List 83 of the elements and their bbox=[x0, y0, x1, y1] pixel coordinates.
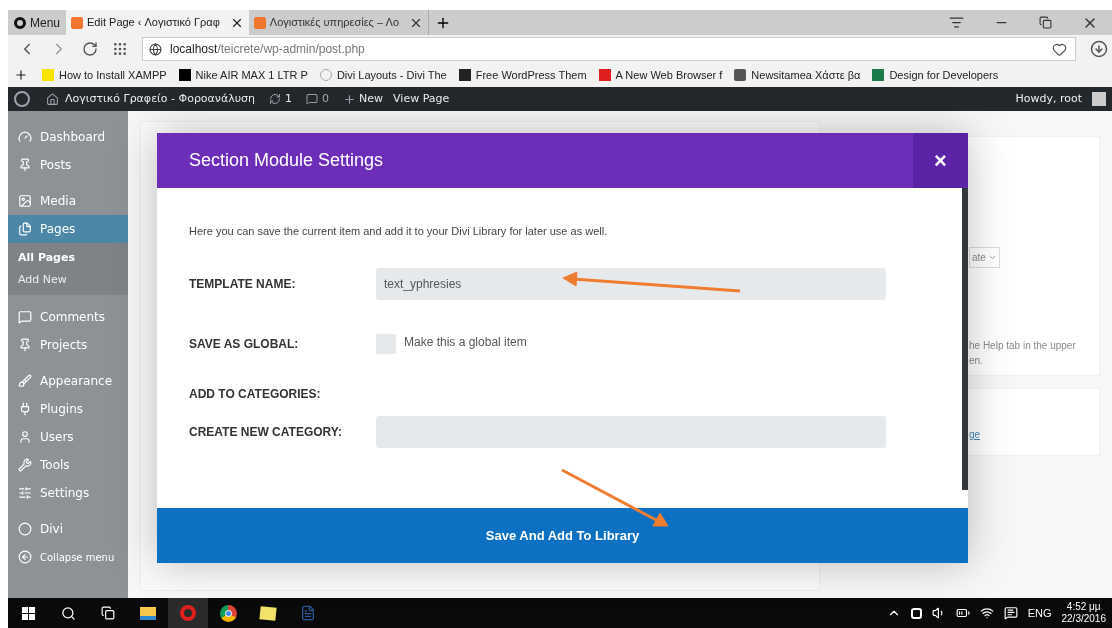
globe-icon bbox=[149, 42, 162, 56]
menu-icon bbox=[18, 194, 32, 208]
bookmark-icon bbox=[42, 69, 54, 81]
help-text: he Help tab in the upper en. bbox=[969, 339, 1077, 368]
menu-icon bbox=[18, 310, 32, 324]
updates-link[interactable]: 1 bbox=[269, 90, 293, 108]
field-label: CREATE NEW CATEGORY: bbox=[189, 423, 343, 441]
site-link[interactable]: Λογιστικό Γραφείο - Φοροανάλυση bbox=[46, 90, 256, 108]
menu-icon bbox=[18, 522, 32, 536]
menu-icon bbox=[18, 222, 32, 236]
bookmark-link[interactable]: Free WordPress Them bbox=[458, 66, 587, 84]
bookmark-link[interactable]: Nike AIR MAX 1 LTR P bbox=[178, 66, 308, 84]
bookmark-icon bbox=[598, 69, 611, 81]
browser-logo-icon bbox=[14, 16, 26, 29]
bookmark-link[interactable]: Design for Developers bbox=[872, 66, 999, 84]
checkbox-label: Make this a global item bbox=[404, 333, 527, 351]
scrollbar[interactable] bbox=[962, 188, 968, 490]
menu-icon bbox=[18, 550, 32, 564]
menu-icon bbox=[18, 158, 32, 172]
background-link[interactable]: ge bbox=[969, 429, 981, 440]
refresh-icon bbox=[269, 93, 282, 105]
speed-dial-icon[interactable] bbox=[112, 41, 128, 57]
avatar-icon bbox=[1092, 92, 1106, 106]
bookmark-icon bbox=[734, 69, 747, 81]
document-icon bbox=[300, 605, 316, 621]
menu-icon bbox=[18, 486, 32, 500]
clock[interactable]: 4:52 μμ 22/3/2016 bbox=[1061, 601, 1106, 625]
tab-favicon-icon bbox=[71, 16, 84, 29]
notifications-icon[interactable] bbox=[1003, 606, 1018, 620]
menu-icon bbox=[18, 430, 32, 444]
bookmark-heart-icon[interactable] bbox=[1052, 41, 1067, 57]
view-page-link[interactable]: View Page bbox=[393, 90, 450, 108]
download-icon[interactable] bbox=[1090, 40, 1108, 58]
bookmark-link[interactable]: A New Web Browser f bbox=[598, 66, 723, 84]
menu-icon bbox=[18, 402, 32, 416]
submenu-item[interactable]: All Pages bbox=[8, 247, 128, 269]
text-field[interactable] bbox=[376, 415, 886, 448]
field-label: ADD TO CATEGORIES: bbox=[189, 385, 322, 403]
field-label: SAVE AS GLOBAL: bbox=[189, 335, 300, 353]
checkbox[interactable] bbox=[376, 333, 396, 354]
chevron-down-icon bbox=[987, 253, 997, 262]
sidebar-item[interactable]: Pages bbox=[8, 215, 128, 243]
plus-icon bbox=[343, 92, 357, 106]
address-field[interactable]: localhost/teicrete/wp-admin/post.php bbox=[142, 37, 1076, 61]
language-indicator[interactable]: ENG bbox=[1027, 604, 1052, 622]
wifi-icon[interactable] bbox=[979, 606, 994, 620]
task-view-icon bbox=[101, 606, 115, 620]
browser-tab[interactable]: Edit Page ‹ Λογιστικό Γραφ bbox=[66, 10, 249, 35]
modal-title: Section Module Settings bbox=[188, 149, 385, 172]
save-to-library-button[interactable]: Save And Add To Library bbox=[157, 508, 968, 563]
tab-favicon-icon bbox=[253, 16, 266, 29]
restore-icon[interactable] bbox=[1039, 16, 1052, 29]
bookmark-icon bbox=[458, 69, 471, 81]
menu-icon bbox=[18, 338, 32, 352]
home-icon bbox=[46, 92, 59, 106]
menu-icon bbox=[18, 374, 32, 388]
tab-menu-icon[interactable] bbox=[949, 15, 964, 30]
bookmark-link[interactable]: Newsitamea Χάστε βα bbox=[734, 66, 861, 84]
tab-title: Λογιστικές υπηρεσίες – Λο bbox=[269, 15, 399, 31]
tab-title: Edit Page ‹ Λογιστικό Γραφ bbox=[87, 15, 220, 31]
add-bookmark-icon[interactable] bbox=[14, 68, 28, 82]
battery-icon[interactable] bbox=[955, 606, 970, 620]
bookmark-icon bbox=[178, 69, 191, 81]
menu-icon bbox=[18, 458, 32, 472]
howdy-link[interactable]: Howdy, root bbox=[1015, 90, 1082, 108]
menu-button[interactable]: Menu bbox=[8, 10, 67, 35]
intro-text: Here you can save the current item and add it to your Divi Library for later use as well. bbox=[189, 224, 609, 239]
url-text: localhost/teicrete/wp-admin/post.php bbox=[170, 41, 365, 58]
comments-link[interactable]: 0 bbox=[306, 90, 330, 108]
text-field[interactable]: text_yphresies bbox=[376, 267, 886, 300]
close-button[interactable]: × bbox=[913, 133, 968, 188]
search-icon bbox=[60, 605, 76, 621]
comment-icon bbox=[306, 93, 319, 105]
new-link[interactable]: New bbox=[343, 90, 384, 108]
reload-icon[interactable] bbox=[82, 41, 98, 57]
bookmark-link[interactable]: Divi Layouts - Divi The bbox=[319, 66, 447, 84]
bookmark-link[interactable]: How to Install XAMPP bbox=[42, 66, 167, 84]
bookmark-icon bbox=[872, 69, 885, 81]
field-label: TEMPLATE NAME: bbox=[189, 275, 297, 293]
windows-logo-icon bbox=[21, 606, 35, 620]
menu-icon bbox=[18, 130, 32, 144]
template-select[interactable]: ate bbox=[969, 247, 1000, 268]
submenu-item[interactable]: Add New bbox=[8, 269, 128, 291]
